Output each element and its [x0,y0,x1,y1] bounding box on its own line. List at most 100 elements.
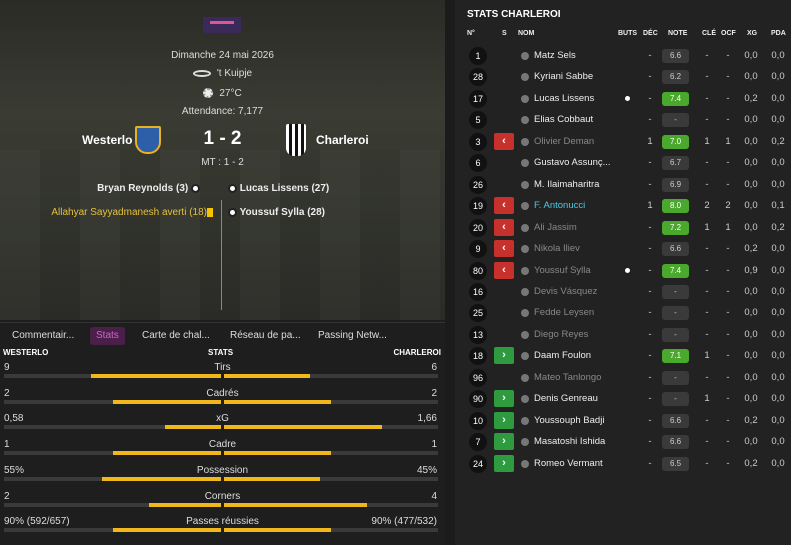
charleroi-crest-icon[interactable] [286,124,306,156]
player-key-passes: - [705,243,709,255]
player-name[interactable]: Denis Genreau [534,393,620,404]
home-goal-event[interactable]: Bryan Reynolds (3) [97,183,200,194]
player-name[interactable]: Kyriani Sabbe [534,71,620,82]
away-goal-event-2[interactable]: Youssuf Sylla (28) [228,207,325,218]
tab-stats[interactable]: Stats [90,327,125,345]
sub-in-icon: › [494,433,514,451]
player-number: 17 [469,89,487,108]
col-sub[interactable]: S [502,30,507,37]
player-name[interactable]: Ali Jassim [534,222,620,233]
player-row[interactable]: 96 Mateo Tanlongo - - - -0,0 0,0 [455,368,791,389]
col-goals[interactable]: BUTS [618,30,637,37]
player-row[interactable]: 3 ‹ Olivier Deman 1 7.0 1 1 0,0 0,2 [455,132,791,153]
westerlo-crest-icon[interactable] [135,126,161,154]
tab-commentary[interactable]: Commentair... [6,327,80,345]
col-num[interactable]: N° [467,30,475,37]
col-note[interactable]: NOTE [668,30,687,37]
player-name[interactable]: F. Antonucci [534,200,620,211]
player-key-passes: 1 [704,135,710,147]
player-name[interactable]: M. Ilaimaharitra [534,179,620,190]
player-name[interactable]: Gustavo Assunç... [534,157,620,168]
league-logo [203,17,241,33]
stat-away-bar [224,425,438,430]
home-card-event[interactable]: Allahyar Sayyadmanesh averti (18) [51,207,207,218]
player-name[interactable]: Fedde Leysen [534,307,620,318]
match-date: Dimanche 24 mai 2026 [171,50,274,61]
player-row[interactable]: 1 Matz Sels -6.6- -0,0 0,0 [455,46,791,67]
player-number: 24 [469,454,487,473]
stat-row: 90% (592/657) Passes réussies 90% (477/532… [0,516,445,541]
stat-away-value: 6 [431,362,437,373]
col-cle[interactable]: CLÉ [702,30,716,37]
player-rating: 6.5 [662,456,689,471]
player-rating: 7.4 [662,91,689,106]
player-key-passes: - [705,50,709,61]
player-name[interactable]: Youssouph Badji [534,415,620,426]
player-avatar-icon [521,116,529,125]
player-row[interactable]: 80 ‹ Youssuf Sylla -7.4- -0,9 0,0 [455,261,791,282]
stat-home-bar [4,399,221,404]
col-name[interactable]: NOM [518,30,534,37]
player-row[interactable]: 6 Gustavo Assunç... -6.7- -0,0 0,0 [455,153,791,174]
stat-home-bar [4,476,221,481]
player-row[interactable]: 26 M. Ilaimaharitra -6.9- -0,0 0,0 [455,175,791,196]
col-pda[interactable]: PDA [771,30,786,37]
player-ocf: - [726,71,730,83]
player-row[interactable]: 10 › Youssouph Badji -6.6- -0,2 0,0 [455,411,791,432]
col-dec[interactable]: DÉC [643,30,658,37]
player-avatar-icon [521,438,529,447]
player-row[interactable]: 24 › Romeo Vermant -6.5- -0,2 0,0 [455,454,791,475]
stadium-icon [192,69,211,77]
player-row[interactable]: 19 ‹ F. Antonucci 1 8.0 2 2 0,0 0,1 [455,196,791,217]
player-name[interactable]: Nikola Iliev [534,243,620,254]
player-pda: 0,0 [771,350,785,362]
tab-heatmap[interactable]: Carte de chal... [136,327,216,345]
home-team-name[interactable]: Westerlo [82,133,132,147]
player-name[interactable]: Lucas Lissens [534,93,620,104]
player-name[interactable]: Matz Sels [534,50,620,61]
player-name[interactable]: Youssuf Sylla [534,265,620,276]
player-row[interactable]: 13 Diego Reyes - - - -0,0 0,0 [455,325,791,346]
player-name[interactable]: Mateo Tanlongo [534,372,620,383]
player-xg: 0,0 [744,157,758,169]
home-card-text: Allahyar Sayyadmanesh averti (18) [51,207,207,218]
away-goal-event-1[interactable]: Lucas Lissens (27) [228,183,329,194]
col-ocf[interactable]: OCF [721,30,736,37]
player-name[interactable]: Masatoshi Ishida [534,436,620,447]
sub-out-icon: ‹ [494,197,514,215]
col-xg[interactable]: XG [747,30,757,37]
player-row[interactable]: 25 Fedde Leysen - - - -0,0 0,0 [455,303,791,324]
player-row[interactable]: 18 › Daam Foulon -7.1 1-0,0 0,0 [455,346,791,367]
away-team-name[interactable]: Charleroi [316,133,369,147]
player-name[interactable]: Devis Vásquez [534,286,620,297]
player-name[interactable]: Daam Foulon [534,350,620,361]
player-name[interactable]: Diego Reyes [534,329,620,340]
player-row[interactable]: 16 Devis Vásquez - - - -0,0 0,0 [455,282,791,303]
player-pda: 0,0 [771,307,785,319]
player-avatar-icon [521,137,529,146]
player-row[interactable]: 20 ‹ Ali Jassim -7.2 1 1 0,0 0,2 [455,218,791,239]
player-row[interactable]: 5 Elias Cobbaut - - - -0,0 0,0 [455,110,791,131]
away-goal-text-2: Youssuf Sylla (28) [239,207,326,218]
player-number: 6 [469,154,487,173]
sub-out-icon: ‹ [494,218,514,236]
player-row[interactable]: 17 Lucas Lissens -7.4- -0,2 0,0 [455,89,791,110]
player-rating: 6.2 [662,70,689,85]
player-row[interactable]: 28 Kyriani Sabbe -6.2- -0,0 0,0 [455,67,791,88]
player-name[interactable]: Olivier Deman [534,136,620,147]
player-name[interactable]: Elias Cobbaut [534,114,620,125]
player-xg: 0,0 [744,328,758,340]
player-pda: 0,0 [771,92,785,104]
player-row[interactable]: 90 › Denis Genreau - -1-0,0 0,0 [455,389,791,410]
player-avatar-icon [521,287,529,296]
tab-passing-network[interactable]: Passing Netw... [312,327,393,345]
player-row[interactable]: 9 ‹ Nikola Iliev -6.6- -0,2 0,0 [455,239,791,260]
player-number: 80 [469,261,487,280]
stats-away-label: CHARLEROI [393,348,441,357]
tab-pass-network[interactable]: Réseau de pa... [224,327,307,345]
player-pda: 0,0 [771,178,785,190]
player-key-passes: - [705,414,709,426]
player-ocf: - [726,243,730,255]
player-name[interactable]: Romeo Vermant [534,458,620,469]
player-row[interactable]: 7 › Masatoshi Ishida -6.6- -0,0 0,0 [455,432,791,453]
